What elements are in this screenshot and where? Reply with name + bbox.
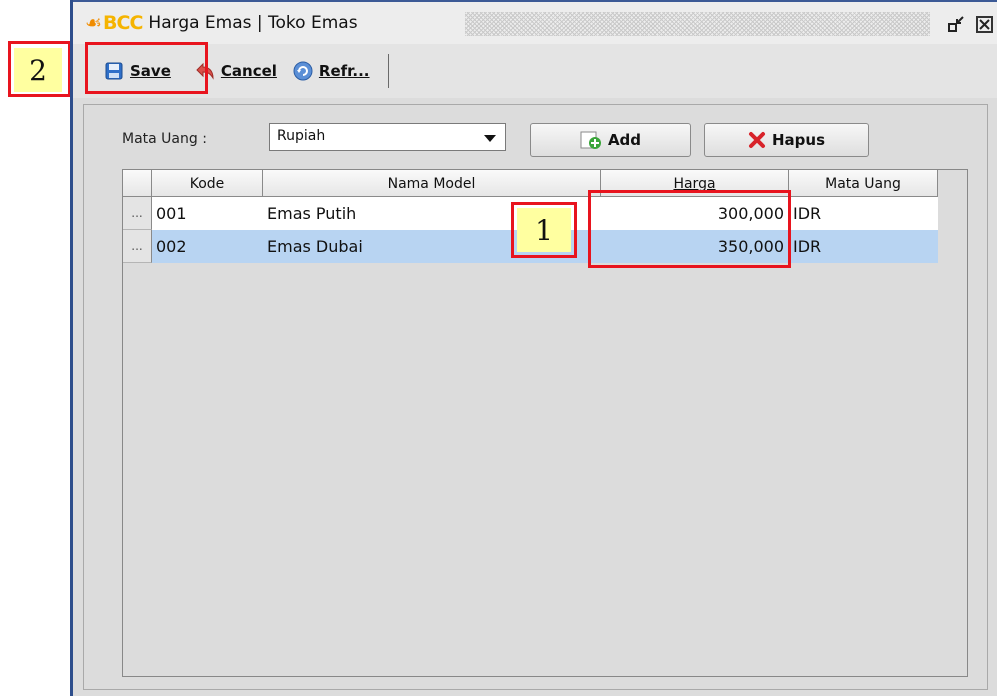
header-kode[interactable]: Kode xyxy=(152,170,263,197)
annotation-label-2: 2 xyxy=(14,48,62,92)
cell-kode[interactable]: 002 xyxy=(152,230,263,263)
app-logo: ☙ BCC xyxy=(85,12,143,34)
cell-kode[interactable]: 001 xyxy=(152,197,263,230)
window-title: Harga Emas | Toko Emas xyxy=(148,13,358,33)
toolbar-separator xyxy=(387,54,389,88)
header-indicator xyxy=(123,170,152,197)
title-hatch-pattern xyxy=(465,12,930,36)
row-indicator[interactable]: ... xyxy=(123,197,152,230)
refresh-button[interactable]: Refr... xyxy=(287,56,376,86)
delete-x-icon xyxy=(748,131,766,149)
refresh-label: Refr... xyxy=(318,62,370,80)
mata-uang-select[interactable]: Rupiah xyxy=(269,123,506,151)
row-indicator[interactable]: ... xyxy=(123,230,152,263)
hapus-label: Hapus xyxy=(771,131,826,149)
annotation-label-1: 1 xyxy=(517,208,571,252)
toolbar: Save Cancel Refr... xyxy=(73,44,997,98)
dropdown-arrow-icon xyxy=(484,135,496,142)
add-plus-icon xyxy=(580,130,602,150)
annotation-frame-harga xyxy=(588,190,791,268)
add-button[interactable]: Add xyxy=(530,123,691,157)
mata-uang-label: Mata Uang : xyxy=(122,131,207,147)
cell-mata-uang[interactable]: IDR xyxy=(789,197,938,230)
logo-text: BCC xyxy=(103,12,143,34)
add-label: Add xyxy=(607,131,642,149)
table-header: Kode Nama Model Harga Mata Uang xyxy=(123,170,938,197)
mata-uang-selected: Rupiah xyxy=(277,128,326,144)
swirl-icon: ☙ xyxy=(85,12,102,34)
restore-icon[interactable] xyxy=(946,14,966,34)
title-bar: ☙ BCC Harga Emas | Toko Emas xyxy=(73,0,997,44)
header-nama-model[interactable]: Nama Model xyxy=(263,170,601,197)
hapus-button[interactable]: Hapus xyxy=(704,123,869,157)
annotation-frame-save xyxy=(85,42,208,94)
header-mata-uang[interactable]: Mata Uang xyxy=(789,170,938,197)
refresh-icon xyxy=(293,61,313,81)
content-panel: Mata Uang : Rupiah Add Hapus Kode Nama M… xyxy=(83,104,988,690)
cancel-label: Cancel xyxy=(220,62,277,80)
close-icon[interactable] xyxy=(976,16,993,33)
cell-mata-uang[interactable]: IDR xyxy=(789,230,938,263)
main-window: ☙ BCC Harga Emas | Toko Emas Save Cancel xyxy=(70,0,997,696)
